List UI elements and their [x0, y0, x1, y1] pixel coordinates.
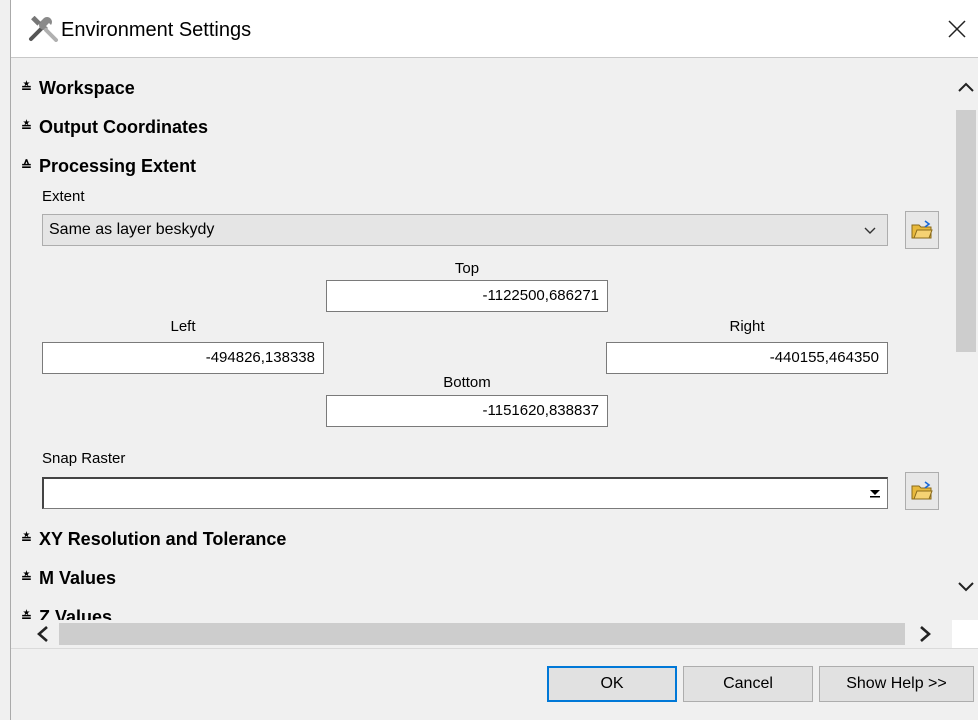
scroll-up-icon[interactable]: [957, 80, 975, 94]
bottom-input[interactable]: -1151620,838837: [326, 395, 608, 427]
section-label: Z Values: [39, 606, 113, 621]
horizontal-scroll-thumb[interactable]: [59, 623, 905, 645]
right-label: Right: [729, 318, 765, 335]
close-button[interactable]: [940, 12, 974, 46]
chevron-down-icon: ≛: [21, 119, 32, 134]
scroll-left-icon[interactable]: [35, 625, 51, 643]
section-label: Processing Extent: [39, 155, 197, 176]
close-icon: [948, 20, 966, 38]
section-label: XY Resolution and Tolerance: [39, 528, 287, 549]
environment-settings-dialog: Environment Settings ≛ Workspace ≛ Outpu…: [0, 0, 978, 720]
folder-open-icon: [911, 481, 933, 500]
top-label: Top: [454, 260, 480, 277]
section-label: Output Coordinates: [39, 116, 208, 137]
dropdown-arrow-icon: [870, 490, 880, 498]
dialog-footer: OK Cancel Show Help >>: [11, 648, 978, 720]
section-workspace[interactable]: ≛ Workspace: [21, 75, 135, 101]
extent-label: Extent: [42, 188, 85, 205]
snap-raster-dropdown-button[interactable]: [864, 480, 886, 506]
snap-raster-label: Snap Raster: [42, 450, 126, 467]
snap-raster-browse-button[interactable]: [905, 472, 939, 510]
folder-open-icon: [911, 220, 933, 239]
snap-raster-combo[interactable]: [42, 477, 888, 509]
window-edge: [0, 0, 11, 720]
section-m-values[interactable]: ≛ M Values: [21, 565, 116, 591]
chevron-down-icon: ≛: [21, 531, 32, 546]
chevron-up-icon: ≙: [21, 158, 32, 173]
section-label: Workspace: [39, 77, 135, 98]
show-help-button[interactable]: Show Help >>: [819, 666, 974, 702]
section-xy-resolution[interactable]: ≛ XY Resolution and Tolerance: [21, 526, 286, 552]
chevron-down-icon: ≛: [21, 609, 32, 620]
scroll-right-icon[interactable]: [917, 625, 933, 643]
bottom-label: Bottom: [443, 374, 491, 391]
window-title: Environment Settings: [61, 19, 252, 41]
section-label: M Values: [39, 567, 117, 588]
right-input[interactable]: -440155,464350: [606, 342, 888, 374]
section-z-values[interactable]: ≛ Z Values: [21, 604, 113, 621]
vertical-scroll-thumb[interactable]: [956, 110, 976, 352]
extent-browse-button[interactable]: [905, 211, 939, 249]
chevron-down-icon: ≛: [21, 570, 32, 585]
left-label: Left: [170, 318, 196, 335]
top-input[interactable]: -1122500,686271: [326, 280, 608, 312]
horizontal-scrollbar[interactable]: [11, 620, 952, 648]
scroll-down-icon[interactable]: [957, 580, 975, 594]
tools-icon: [29, 16, 58, 42]
vertical-scrollbar[interactable]: [952, 58, 978, 620]
left-input[interactable]: -494826,138338: [42, 342, 324, 374]
cancel-button[interactable]: Cancel: [683, 666, 813, 702]
chevron-down-icon: ≛: [21, 80, 32, 95]
settings-panel: ≛ Workspace ≛ Output Coordinates ≙ Proce…: [11, 58, 952, 620]
section-output-coordinates[interactable]: ≛ Output Coordinates: [21, 114, 208, 140]
title-bar: Environment Settings: [11, 0, 978, 58]
chevron-down-icon: [864, 227, 876, 234]
ok-button[interactable]: OK: [547, 666, 677, 702]
section-processing-extent[interactable]: ≙ Processing Extent: [21, 153, 196, 179]
extent-dropdown[interactable]: Same as layer beskydy: [42, 214, 888, 246]
extent-selected-value: Same as layer beskydy: [49, 221, 215, 238]
